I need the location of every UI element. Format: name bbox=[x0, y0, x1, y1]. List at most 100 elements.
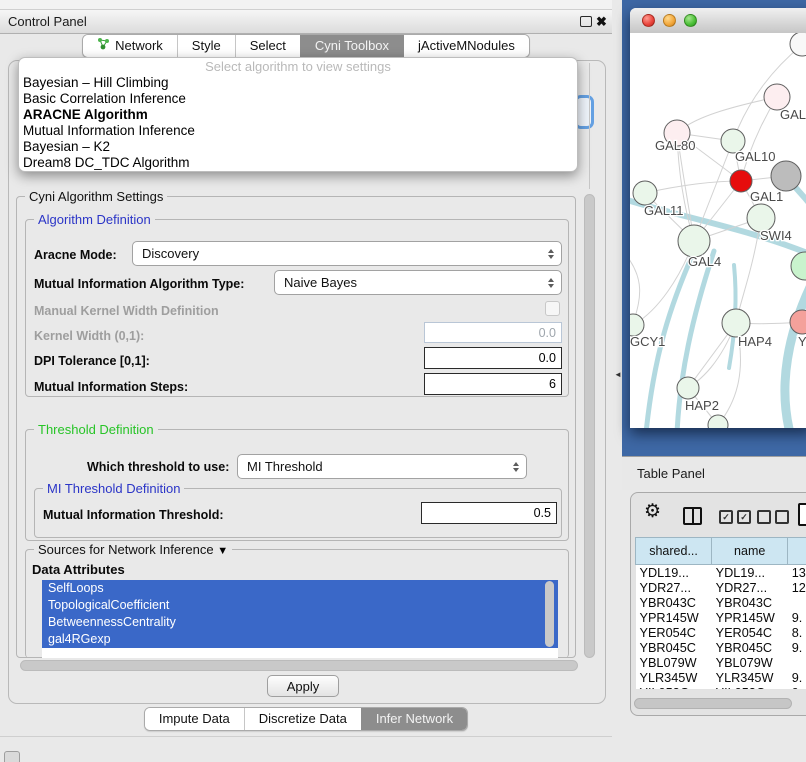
column-header[interactable] bbox=[788, 538, 806, 565]
network-edge[interactable] bbox=[785, 283, 806, 428]
control-panel-titlebar: Control Panel ✖ bbox=[0, 9, 612, 34]
network-node-gal11[interactable] bbox=[633, 181, 657, 205]
table-row[interactable]: YLR345WYLR345W9. bbox=[636, 670, 806, 685]
attribute-item[interactable]: SelfLoops bbox=[42, 580, 558, 597]
algorithm-option[interactable]: Dream8 DC_TDC Algorithm bbox=[19, 155, 577, 171]
close-traffic-light-icon[interactable] bbox=[642, 14, 655, 27]
network-edge[interactable] bbox=[741, 97, 777, 181]
minimize-traffic-light-icon[interactable] bbox=[663, 14, 676, 27]
table-cell: YBL079W bbox=[636, 655, 712, 670]
node-label: GAL10 bbox=[735, 149, 775, 164]
network-window-titlebar[interactable] bbox=[630, 8, 806, 34]
columns-icon[interactable] bbox=[683, 507, 702, 525]
settings-vertical-scrollbar[interactable] bbox=[584, 194, 595, 658]
table-row[interactable]: YBL079WYBL079W bbox=[636, 655, 806, 670]
tab-capsule: Impute DataDiscretize Data Infer Network bbox=[144, 707, 468, 731]
tab-infer-network[interactable]: Infer Network bbox=[361, 708, 467, 730]
float-window-icon[interactable] bbox=[580, 16, 592, 27]
list-scrollbar[interactable] bbox=[545, 581, 554, 647]
sources-title[interactable]: Sources for Network Inference ▼ bbox=[34, 542, 232, 557]
tab-discretize-data[interactable]: Discretize Data bbox=[244, 708, 361, 730]
tab-cyni-toolbox[interactable]: Cyni Toolbox bbox=[300, 35, 403, 57]
table-cell bbox=[788, 595, 806, 610]
settings-horizontal-scrollbar[interactable] bbox=[20, 660, 578, 671]
group-title: MI Threshold Definition bbox=[43, 481, 184, 496]
table-row[interactable]: YDL19...YDL19...13 bbox=[636, 565, 806, 581]
kernel-width-field[interactable]: 0.0 bbox=[424, 322, 562, 343]
table-row[interactable]: YER054CYER054C8. bbox=[636, 625, 806, 640]
network-node-swi4[interactable] bbox=[791, 252, 806, 280]
column-header[interactable]: shared... bbox=[636, 538, 712, 565]
network-node-gal4[interactable] bbox=[678, 225, 710, 257]
table-panel: ⚙ ✓✓ shared...name YDL19...YDL19...13YDR… bbox=[630, 492, 806, 716]
node-label: SWI4 bbox=[760, 228, 792, 243]
network-node[interactable] bbox=[730, 170, 752, 192]
table-cell: YBR043C bbox=[712, 595, 788, 610]
network-node[interactable] bbox=[790, 33, 806, 56]
checked-columns-icon[interactable]: ✓✓ bbox=[719, 510, 751, 524]
algorithm-option[interactable]: Bayesian – K2 bbox=[19, 139, 577, 155]
splitter-collapse-icon[interactable]: ◄ bbox=[614, 370, 622, 379]
table-row[interactable]: YBR043CYBR043C bbox=[636, 595, 806, 610]
network-node-hap2[interactable] bbox=[677, 377, 699, 399]
aracne-mode-label: Aracne Mode: bbox=[34, 248, 117, 262]
column-header[interactable]: name bbox=[712, 538, 788, 565]
node-label: HAP2 bbox=[685, 398, 719, 413]
table-horizontal-scrollbar[interactable] bbox=[634, 698, 792, 709]
algorithm-option[interactable]: Bayesian – Hill Climbing bbox=[19, 75, 577, 91]
close-icon[interactable]: ✖ bbox=[596, 13, 607, 30]
panel-border-fragment bbox=[589, 63, 590, 189]
attribute-item[interactable]: BetweennessCentrality bbox=[42, 614, 558, 631]
zoom-traffic-light-icon[interactable] bbox=[684, 14, 697, 27]
network-node-gcy1[interactable] bbox=[630, 314, 644, 336]
network-canvas[interactable]: GALGAL80GAL10GAL11GAL1GAL4SWI4GCY1HAP4YH… bbox=[630, 33, 806, 428]
network-edge[interactable] bbox=[677, 97, 777, 133]
which-threshold-combo[interactable]: MI Threshold bbox=[237, 454, 527, 479]
file-icon[interactable] bbox=[798, 503, 806, 526]
mi-steps-field[interactable]: 6 bbox=[424, 373, 562, 395]
tab-impute-data[interactable]: Impute Data bbox=[145, 708, 244, 730]
mi-threshold-field[interactable]: 0.5 bbox=[421, 502, 557, 524]
algorithm-option[interactable]: Mutual Information Inference bbox=[19, 123, 577, 139]
collapse-down-icon: ▼ bbox=[217, 545, 228, 557]
apply-button[interactable]: Apply bbox=[267, 675, 339, 697]
tab-style[interactable]: Style bbox=[177, 35, 235, 57]
threshold-definition-group: Threshold Definition Which threshold to … bbox=[25, 429, 569, 541]
network-node-gal10[interactable] bbox=[771, 161, 801, 191]
table-row[interactable]: YPR145WYPR145W9. bbox=[636, 610, 806, 625]
table-row[interactable]: YIL052CYIL052C9 bbox=[636, 685, 806, 689]
tab-network[interactable]: Network bbox=[83, 35, 177, 57]
group-title: Threshold Definition bbox=[34, 422, 158, 437]
dropdown-prompt: Select algorithm to view settings bbox=[19, 59, 577, 75]
node-label: GAL80 bbox=[655, 138, 695, 153]
attribute-item[interactable]: TopologicalCoefficient bbox=[42, 597, 558, 614]
table-row[interactable]: YDR27...YDR27...12 bbox=[636, 580, 806, 595]
algorithm-option[interactable]: ARACNE Algorithm bbox=[19, 107, 577, 123]
mi-type-value: Naive Bayes bbox=[284, 275, 357, 290]
node-label: GAL4 bbox=[688, 254, 721, 269]
network-edge[interactable] bbox=[645, 181, 741, 193]
table-cell: YER054C bbox=[636, 625, 712, 640]
gear-icon[interactable]: ⚙ bbox=[644, 501, 661, 523]
tab-jactivemnodules[interactable]: jActiveMNodules bbox=[403, 35, 529, 57]
node-label: GAL11 bbox=[644, 203, 684, 218]
manual-kernel-label: Manual Kernel Width Definition bbox=[34, 304, 219, 318]
manual-kernel-checkbox[interactable] bbox=[545, 301, 560, 316]
network-window[interactable]: GALGAL80GAL10GAL11GAL1GAL4SWI4GCY1HAP4YH… bbox=[630, 8, 806, 428]
dpi-tolerance-field[interactable]: 0.0 bbox=[424, 347, 562, 369]
combo-arrows-icon bbox=[513, 462, 519, 472]
aracne-mode-combo[interactable]: Discovery bbox=[132, 241, 562, 266]
bottom-tab-row: Impute DataDiscretize Data Infer Network bbox=[0, 707, 612, 731]
data-attributes-list: SelfLoopsTopologicalCoefficientBetweenne… bbox=[42, 580, 558, 658]
attribute-item[interactable]: gal4RGexp bbox=[42, 631, 558, 648]
table-row[interactable]: YBR045CYBR045C9. bbox=[636, 640, 806, 655]
sources-title-text: Sources for Network Inference bbox=[38, 542, 214, 557]
tab-label: Infer Network bbox=[376, 708, 453, 730]
table-cell: YBR043C bbox=[636, 595, 712, 610]
mi-type-combo[interactable]: Naive Bayes bbox=[274, 270, 562, 295]
corner-button[interactable] bbox=[4, 751, 20, 762]
tab-select[interactable]: Select bbox=[235, 35, 300, 57]
unchecked-columns-icon[interactable] bbox=[757, 510, 789, 524]
algorithm-option[interactable]: Basic Correlation Inference bbox=[19, 91, 577, 107]
network-node-hap4[interactable] bbox=[722, 309, 750, 337]
